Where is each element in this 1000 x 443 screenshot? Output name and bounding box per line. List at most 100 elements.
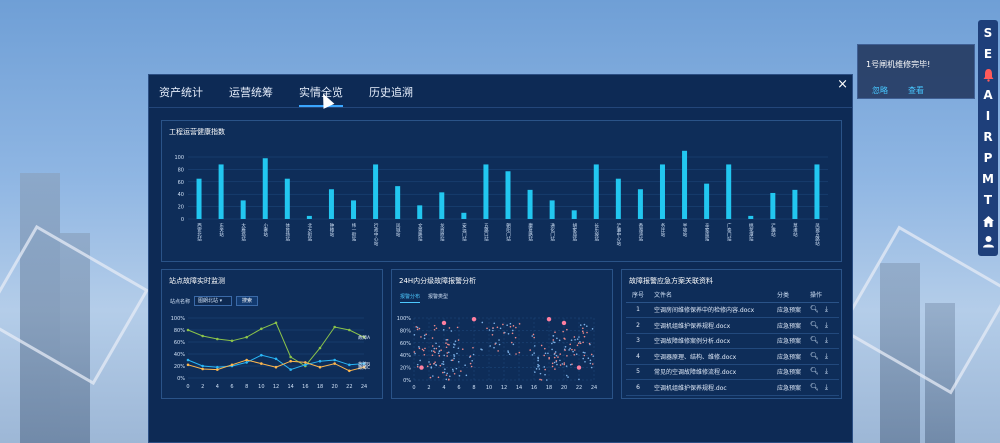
scatter-point	[481, 349, 483, 351]
scatter-point	[554, 351, 557, 353]
download-icon[interactable]: ⤓	[825, 352, 828, 360]
scatter-point	[472, 346, 474, 349]
scatter-point	[429, 363, 431, 366]
x-tick-label: 东关站	[219, 222, 224, 238]
file-name[interactable]: 常见的空调故障维修流程.docx	[650, 364, 773, 380]
x-tick-label: 凤城五路站	[814, 223, 819, 247]
search-icon[interactable]: 🔍︎	[810, 336, 819, 344]
table-row[interactable]: 3 空调故障维修案例分析.docx 应急预案 🔍︎ ⤓	[626, 333, 839, 349]
file-name[interactable]: 空调机组维护保养规程.doc	[650, 379, 773, 396]
bar	[461, 212, 467, 219]
bar	[284, 178, 290, 219]
data-point	[318, 365, 322, 369]
data-point	[333, 362, 336, 365]
download-icon[interactable]: ⤓	[825, 336, 828, 344]
scatter-point	[507, 351, 510, 354]
data-point	[186, 358, 190, 362]
search-icon[interactable]: 🔍︎	[810, 383, 819, 391]
download-icon[interactable]: ⤓	[825, 305, 828, 313]
scatter-point	[548, 356, 550, 359]
fault-monitor-title: 站点故障实时监测	[169, 277, 225, 285]
data-point	[216, 365, 219, 369]
x-tick-label: 8	[472, 385, 475, 391]
tab-history[interactable]: 历史追溯	[369, 84, 413, 107]
file-name[interactable]: 空调房间维修保养中的检修内容.docx	[650, 302, 773, 318]
toolbar-letter[interactable]: M	[982, 169, 994, 190]
search-icon[interactable]: 🔍︎	[810, 321, 819, 329]
file-name[interactable]: 空调器原理、结构、维修.docx	[650, 348, 773, 365]
scatter-point	[442, 360, 445, 363]
toolbar-letter[interactable]: S	[984, 23, 993, 44]
subtab-alarm-distribution[interactable]: 报警分布	[400, 293, 421, 303]
documents-panel: 故障报警应急方案关联资料 序号 文件名 分类 操作 1 空调房间维修保养中的检修内…	[621, 269, 842, 399]
user-icon[interactable]	[980, 231, 996, 251]
data-point	[201, 334, 204, 338]
scatter-point	[511, 332, 514, 335]
table-row[interactable]: 1 空调房间维修保养中的检修内容.docx 应急预案 🔍︎ ⤓	[626, 302, 839, 318]
x-tick-label: 文景路站	[417, 222, 422, 243]
x-tick-label: 大雁塔站	[241, 222, 246, 243]
scatter-point	[443, 354, 446, 357]
scatter-point	[570, 339, 573, 341]
x-tick-label: 10	[258, 384, 264, 390]
scatter-point	[453, 353, 455, 356]
toolbar-letter[interactable]: R	[983, 127, 992, 148]
scatter-point	[421, 348, 424, 351]
series-label: 故障A	[358, 334, 371, 341]
scatter-point	[588, 342, 591, 345]
data-point	[348, 363, 351, 367]
x-tick-label: 2	[427, 385, 430, 391]
toolbar-letter[interactable]: I	[986, 106, 990, 127]
file-name[interactable]: 空调机组维护保养规程.docx	[650, 317, 773, 334]
scatter-point	[563, 363, 566, 366]
tab-asset-stats[interactable]: 资产统计	[159, 84, 203, 107]
x-tick-label: 通化门站	[550, 222, 555, 243]
search-icon[interactable]: 🔍︎	[810, 305, 819, 313]
close-button[interactable]: ×	[837, 77, 848, 92]
bar	[770, 192, 776, 219]
series-line	[187, 359, 365, 372]
y-tick-label: 40%	[400, 353, 411, 359]
row-number: 6	[626, 379, 650, 396]
ignore-button[interactable]: 忽略	[872, 85, 888, 96]
subtab-alarm-type[interactable]: 报警类型	[428, 293, 448, 303]
search-button[interactable]: 搜索	[236, 296, 259, 306]
scatter-point	[565, 374, 568, 377]
scatter-point	[491, 334, 494, 336]
scatter-point	[590, 366, 593, 369]
data-point	[230, 339, 234, 343]
download-icon[interactable]: ⤓	[825, 321, 828, 329]
scatter-point	[449, 375, 451, 378]
file-category: 应急预案	[772, 302, 806, 318]
scatter-point	[540, 344, 543, 347]
download-icon[interactable]: ⤓	[825, 367, 828, 375]
bar	[373, 164, 379, 219]
search-icon[interactable]: 🔍︎	[810, 352, 819, 360]
scatter-point	[553, 341, 556, 344]
x-tick-label: 北大街站	[307, 222, 312, 243]
toolbar-letter[interactable]: T	[984, 190, 992, 211]
bell-icon[interactable]	[980, 65, 996, 85]
file-name[interactable]: 空调故障维修案例分析.docx	[650, 333, 773, 349]
toolbar-letter[interactable]: A	[983, 85, 992, 106]
table-row[interactable]: 5 常见的空调故障维修流程.docx 应急预案 🔍︎ ⤓	[626, 364, 839, 380]
scatter-point	[573, 353, 576, 356]
scatter-point	[465, 374, 468, 377]
scatter-point	[438, 355, 441, 357]
scatter-point	[544, 373, 546, 376]
table-row[interactable]: 6 空调机组维护保养规程.doc 应急预案 🔍︎ ⤓	[626, 379, 839, 396]
home-icon[interactable]	[980, 211, 996, 231]
toolbar-letter[interactable]: P	[984, 148, 993, 169]
download-icon[interactable]: ⤓	[825, 383, 828, 391]
station-select[interactable]: 图朗北站 ▾	[194, 296, 233, 306]
scatter-point	[424, 347, 426, 350]
view-button[interactable]: 查看	[908, 85, 924, 96]
scatter-point	[461, 348, 464, 350]
search-icon[interactable]: 🔍︎	[810, 367, 819, 375]
tab-operations[interactable]: 运营统筹	[229, 84, 273, 107]
scatter-point	[416, 326, 419, 329]
toolbar-letter[interactable]: E	[984, 44, 992, 65]
scatter-point	[423, 334, 426, 337]
table-row[interactable]: 2 空调机组维护保养规程.docx 应急预案 🔍︎ ⤓	[626, 317, 839, 334]
table-row[interactable]: 4 空调器原理、结构、维修.docx 应急预案 🔍︎ ⤓	[626, 348, 839, 365]
